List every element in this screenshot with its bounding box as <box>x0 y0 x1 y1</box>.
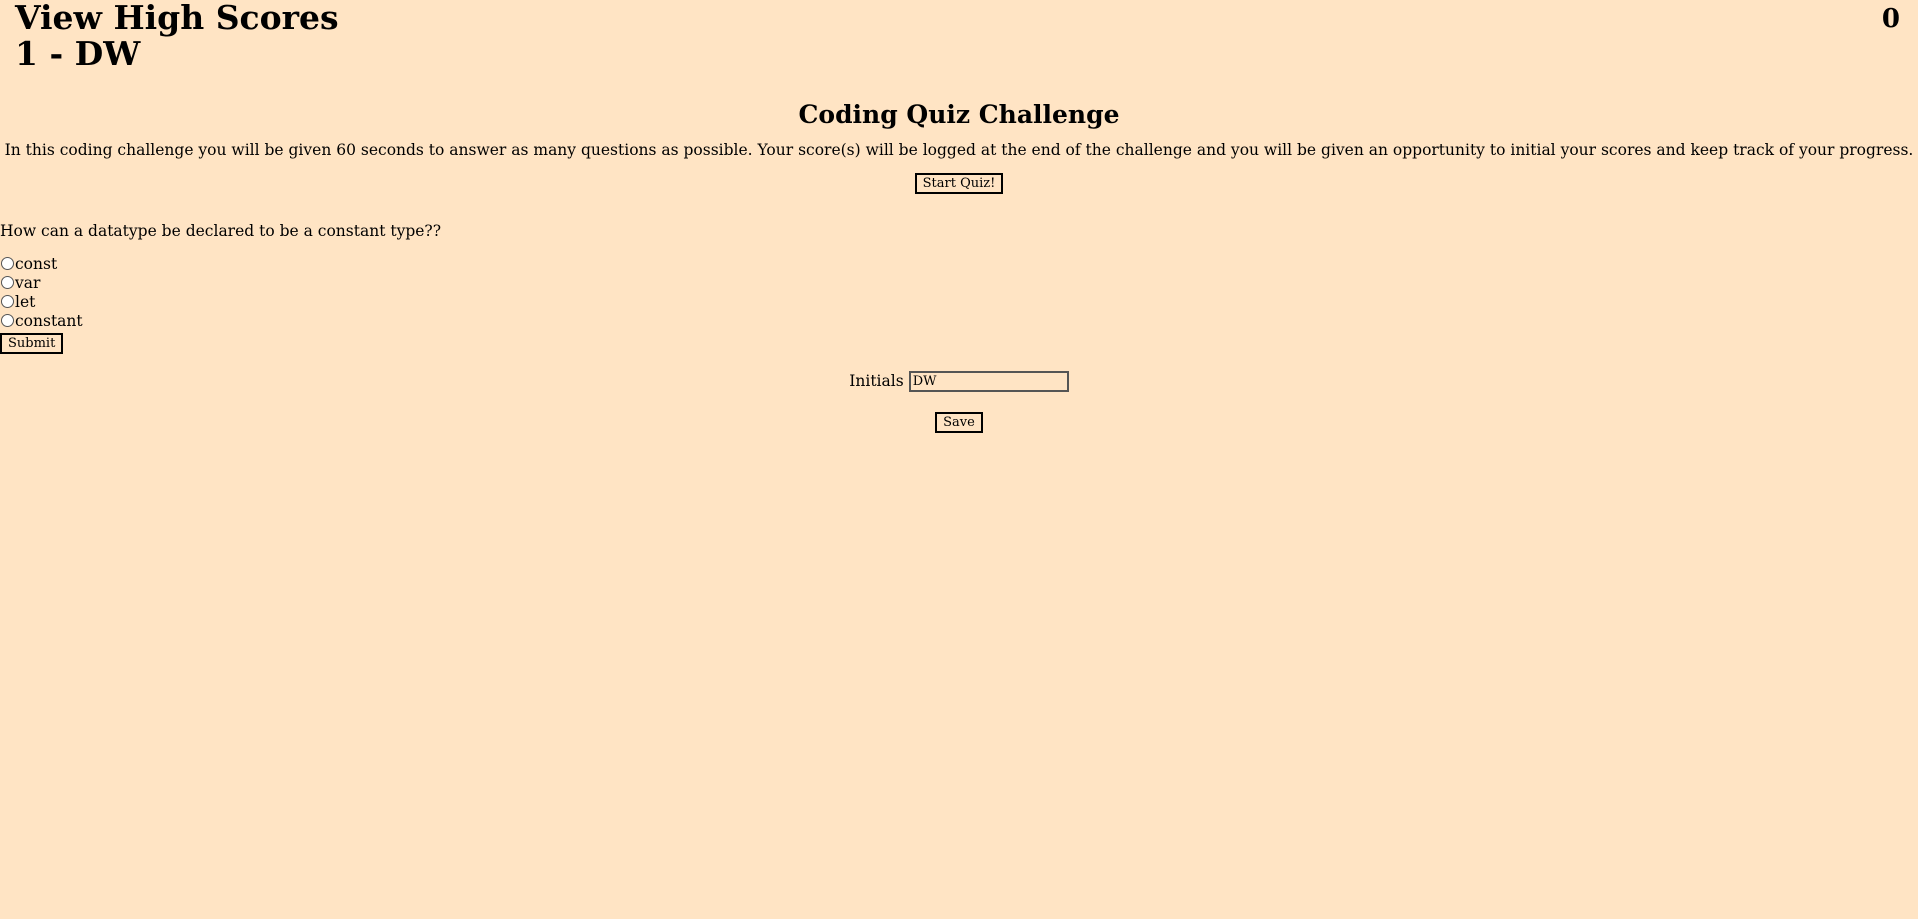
intro-description: In this coding challenge you will be giv… <box>4 141 1914 159</box>
choice-label-let: let <box>15 292 36 311</box>
save-button[interactable]: Save <box>935 412 983 433</box>
high-score-entry: 1 - DW <box>15 34 141 73</box>
choice-const[interactable]: const <box>0 254 441 273</box>
submit-button[interactable]: Submit <box>0 333 64 354</box>
header-left: View High Scores 1 - DW <box>15 0 339 72</box>
view-high-scores-link[interactable]: View High Scores <box>15 0 339 36</box>
radio-var[interactable] <box>1 276 14 289</box>
radio-const[interactable] <box>1 257 14 270</box>
choice-var[interactable]: var <box>0 273 441 292</box>
radio-let[interactable] <box>1 295 14 308</box>
choice-label-const: const <box>15 254 58 273</box>
intro-section: Coding Quiz Challenge In this coding cha… <box>0 97 1918 194</box>
radio-constant[interactable] <box>1 314 14 327</box>
question-text: How can a datatype be declared to be a c… <box>0 222 442 240</box>
choice-constant[interactable]: constant <box>0 311 441 330</box>
start-quiz-button[interactable]: Start Quiz! <box>914 173 1004 194</box>
page-title: Coding Quiz Challenge <box>798 100 1120 129</box>
initials-label: Initials <box>849 372 904 390</box>
initials-input[interactable] <box>908 371 1069 392</box>
choice-let[interactable]: let <box>0 292 441 311</box>
choice-label-constant: constant <box>15 311 83 330</box>
timer: 0 <box>1881 4 1900 34</box>
choice-label-var: var <box>15 273 41 292</box>
save-score-form: Initials Save <box>0 371 1918 433</box>
question-block: How can a datatype be declared to be a c… <box>0 220 441 354</box>
